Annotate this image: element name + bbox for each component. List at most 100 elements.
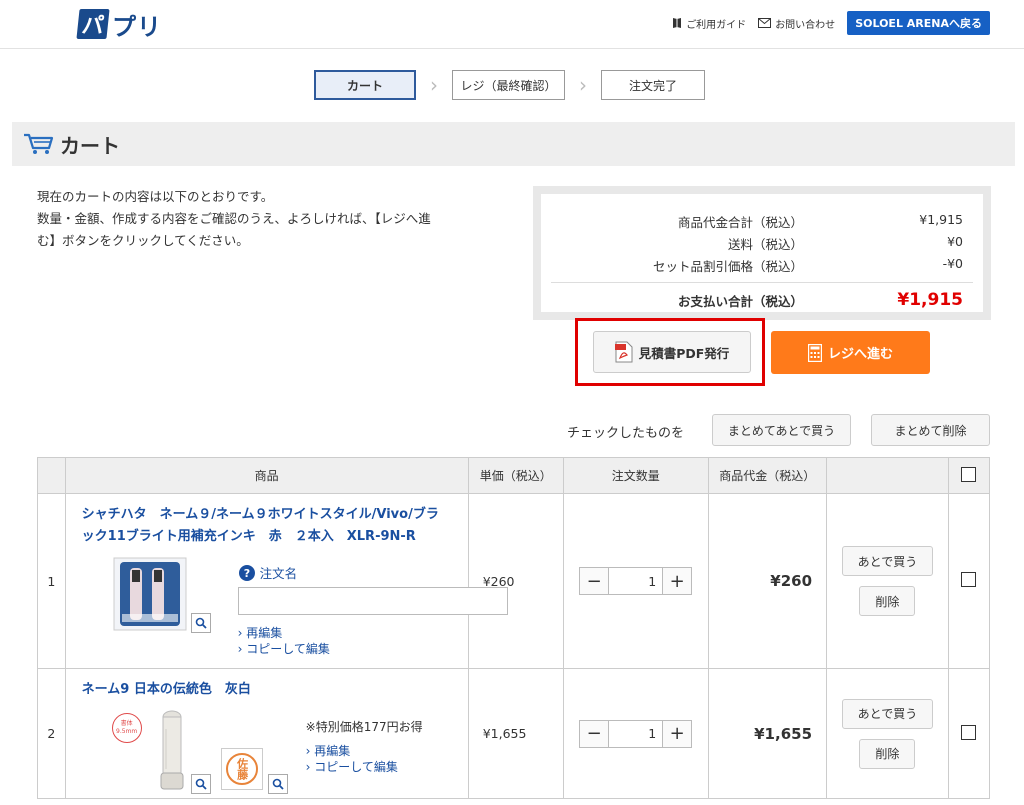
page-title-bar: カート xyxy=(12,122,1015,166)
pdf-button-label: 見積書PDF発行 xyxy=(638,345,730,361)
intro-line: 現在のカートの内容は以下のとおりです。 xyxy=(37,189,274,204)
row-index: 2 xyxy=(37,668,66,799)
step-register: レジ（最終確認） xyxy=(452,70,565,100)
delete-button[interactable]: 削除 xyxy=(859,586,916,616)
buy-later-button[interactable]: あとで買う xyxy=(841,546,933,576)
copy-edit-link[interactable]: コピーして編集 xyxy=(238,641,330,657)
register-button-label: レジへ進む xyxy=(827,347,893,362)
table-row: 1 シャチハタ ネーム９/ネーム９ホワイトスタイル/Vivo/ブラ ック11ブラ… xyxy=(37,493,991,669)
bulk-actions: チェックしたものを まとめてあとで買う まとめて削除 xyxy=(0,414,1024,446)
calculator-icon xyxy=(807,343,822,362)
page-title: カート xyxy=(60,133,120,158)
qty-plus-button[interactable]: + xyxy=(662,568,692,594)
total-row: お支払い合計（税込） ¥1,915 xyxy=(541,290,963,310)
bulk-label: チェックしたものを xyxy=(567,426,685,441)
subtotal-label: 商品代金合計（税込） xyxy=(677,215,803,230)
cart-intro-text: 現在のカートの内容は以下のとおりです。 数量・金額、作成する内容をご確認のうえ、… xyxy=(37,186,497,252)
step-arrow-icon: › xyxy=(430,73,438,97)
product-cell: ネーム9 日本の伝統色 灰白 書体 9.5mm 佐藤 ※特別価格177円お得 ›… xyxy=(64,668,469,799)
proceed-to-register-button[interactable]: レジへ進む xyxy=(771,331,930,374)
qty-minus-button[interactable]: − xyxy=(580,568,610,594)
row-checkbox[interactable] xyxy=(961,572,977,587)
logo-text: プリ xyxy=(112,12,162,41)
row-checkbox-cell xyxy=(947,493,991,669)
qty-value[interactable]: 1 xyxy=(609,721,662,747)
step-complete: 注文完了 xyxy=(601,70,705,100)
product-cell: シャチハタ ネーム９/ネーム９ホワイトスタイル/Vivo/ブラ ック11ブライト… xyxy=(64,493,508,669)
product-name-line: シャチハタ ネーム９/ネーム９ホワイトスタイル/Vivo/ブラ xyxy=(81,507,439,522)
bulk-buy-later-button[interactable]: まとめてあとで買う xyxy=(712,414,851,446)
copy-edit-link[interactable]: コピーして編集 xyxy=(306,759,398,775)
book-icon xyxy=(673,18,682,28)
intro-line: む】ボタンをクリックしてください。 xyxy=(37,233,249,248)
step-cart: カート xyxy=(314,70,416,100)
table-row: 2 ネーム9 日本の伝統色 灰白 書体 9.5mm 佐藤 ※特別価格177円お得… xyxy=(37,668,991,799)
product-name-link[interactable]: ネーム9 日本の伝統色 灰白 xyxy=(82,679,251,701)
pdf-icon xyxy=(614,341,633,363)
row-subtotal: ¥260 xyxy=(707,493,828,669)
unit-price-header: 単価（税込） xyxy=(467,457,564,494)
cart-table: 商品 単価（税込） 注文数量 商品代金（税込） 1 シャチハタ ネーム９/ネーム… xyxy=(37,457,991,799)
product-image-ink-refill[interactable] xyxy=(112,556,188,632)
buy-later-button[interactable]: あとで買う xyxy=(841,698,933,729)
stamp-preview[interactable]: 佐藤 xyxy=(220,748,263,790)
order-name-input[interactable] xyxy=(237,587,508,615)
delete-button[interactable]: 削除 xyxy=(859,738,916,769)
row-checkbox-cell xyxy=(947,668,991,799)
qty-cell: − 1 + xyxy=(562,668,709,799)
bulk-delete-button[interactable]: まとめて削除 xyxy=(871,414,990,446)
order-name-label-text: 注文名 xyxy=(259,566,298,581)
step-arrow-icon: › xyxy=(579,73,587,97)
zoom-icon[interactable] xyxy=(190,613,211,633)
quantity-stepper: − 1 + xyxy=(579,567,693,595)
discount-value: -¥0 xyxy=(942,256,963,271)
total-value: ¥1,915 xyxy=(897,290,963,310)
logo-mark: パ xyxy=(76,9,110,39)
help-icon[interactable]: ? xyxy=(238,564,256,582)
reedit-link[interactable]: 再編集 xyxy=(238,625,330,641)
product-name-link[interactable]: シャチハタ ネーム９/ネーム９ホワイトスタイル/Vivo/ブラ ック11ブライト… xyxy=(82,504,439,548)
unit-price: ¥260 xyxy=(467,493,564,669)
shipping-value: ¥0 xyxy=(947,234,963,249)
table-header-row: 商品 単価（税込） 注文数量 商品代金（税込） xyxy=(37,457,991,494)
special-price-note: ※特別価格177円お得 xyxy=(305,720,423,734)
mail-icon xyxy=(758,18,772,28)
row-checkbox[interactable] xyxy=(961,724,977,740)
svg-text:?: ? xyxy=(243,567,249,580)
quantity-stepper: − 1 + xyxy=(579,719,693,748)
estimate-pdf-button[interactable]: 見積書PDF発行 xyxy=(593,331,751,373)
discount-row: セット品割引価格（税込） -¥0 xyxy=(541,256,963,275)
contact-label: お問い合わせ xyxy=(775,19,836,31)
product-image-stamp[interactable] xyxy=(154,709,190,795)
contact-link[interactable]: お問い合わせ xyxy=(758,16,835,31)
select-all-checkbox[interactable] xyxy=(961,466,977,482)
shipping-row: 送料（税込） ¥0 xyxy=(541,234,963,253)
subtotal-value: ¥1,915 xyxy=(919,212,963,227)
font-size-badge: 書体 9.5mm xyxy=(111,713,142,743)
row-actions: あとで買う 削除 xyxy=(826,493,949,669)
guide-link[interactable]: ご利用ガイド xyxy=(672,16,746,31)
edit-links: 再編集 コピーして編集 xyxy=(238,625,330,657)
cart-icon xyxy=(24,133,54,154)
qty-cell: − 1 + xyxy=(562,493,709,669)
product-name-line: ック11ブライト用補充インキ 赤 ２本入 XLR-9N-R xyxy=(81,529,416,544)
zoom-icon[interactable] xyxy=(190,774,211,794)
index-header xyxy=(37,457,66,494)
site-logo[interactable]: パ プリ xyxy=(76,7,162,41)
reedit-link[interactable]: 再編集 xyxy=(306,743,398,759)
guide-label: ご利用ガイド xyxy=(686,19,747,31)
product-header: 商品 xyxy=(64,457,469,494)
qty-plus-button[interactable]: + xyxy=(662,720,692,747)
total-label: お支払い合計（税込） xyxy=(677,293,803,309)
stamp-preview-text: 佐藤 xyxy=(225,753,258,785)
subtotal-row: 商品代金合計（税込） ¥1,915 xyxy=(541,212,963,231)
summary-divider xyxy=(551,282,973,283)
return-to-soloel-button[interactable]: SOLOEL ARENAへ戻る xyxy=(847,11,990,35)
order-name-label: ? 注文名 xyxy=(238,563,298,582)
row-index: 1 xyxy=(37,493,66,669)
order-summary: 商品代金合計（税込） ¥1,915 送料（税込） ¥0 セット品割引価格（税込）… xyxy=(533,186,991,320)
qty-minus-button[interactable]: − xyxy=(580,720,610,747)
zoom-icon[interactable] xyxy=(267,774,288,794)
shipping-label: 送料（税込） xyxy=(727,237,803,252)
qty-value[interactable]: 1 xyxy=(609,568,662,594)
